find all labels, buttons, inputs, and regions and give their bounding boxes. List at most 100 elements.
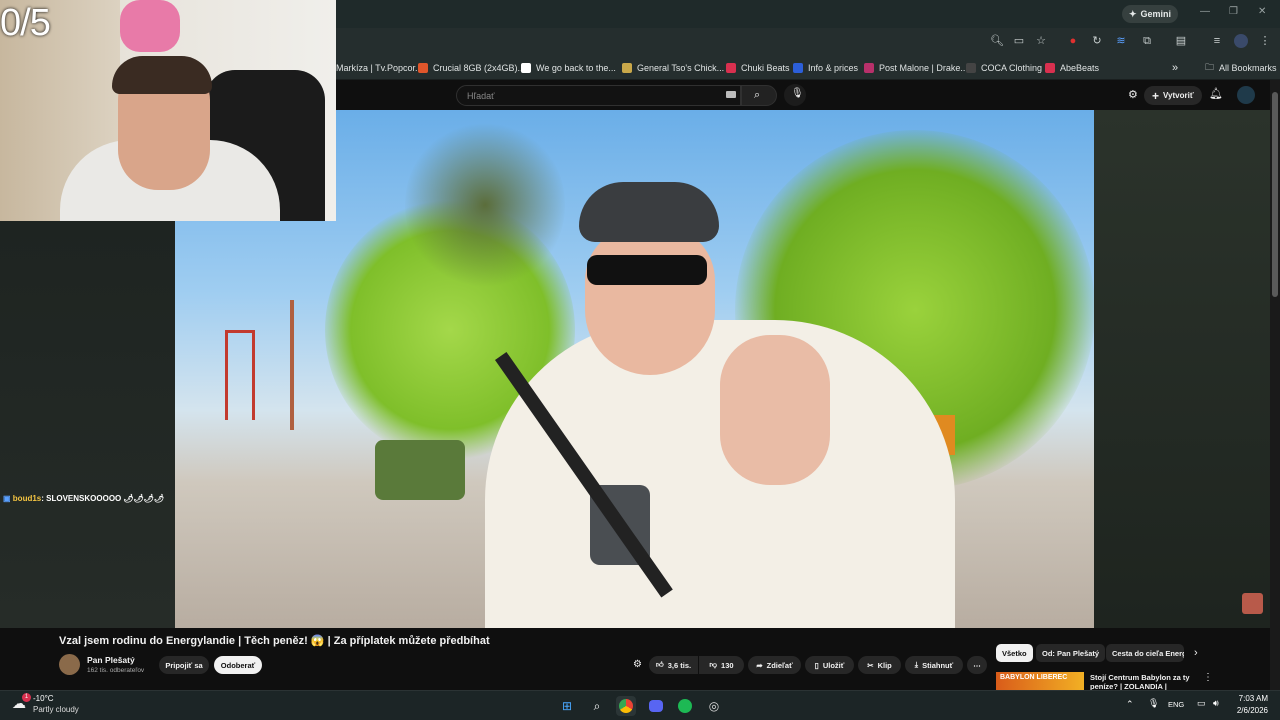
playlist-add-icon: ▯ — [814, 660, 819, 670]
search-button[interactable]: ⌕ — [741, 85, 777, 106]
more-actions-button[interactable]: ⋯ — [967, 656, 987, 674]
favicon-icon — [966, 62, 976, 73]
chevron-right-icon[interactable]: › — [1194, 647, 1198, 659]
clock-time[interactable]: 7:03 AM — [1232, 694, 1268, 703]
clip-button[interactable]: ✂ Klip — [858, 656, 901, 674]
microphone-icon: 🎙︎ — [791, 88, 804, 99]
chat-overlay — [0, 221, 175, 628]
favicon-icon — [418, 62, 428, 73]
streamer-hair — [112, 56, 212, 94]
extension-arrow-icon[interactable]: ↻ — [1090, 34, 1104, 48]
more-bookmarks-button[interactable]: » — [1172, 59, 1178, 76]
chat-username: boud1s — [12, 494, 42, 503]
video-title: Vzal jsem rodinu do Energylandie | Těch … — [59, 635, 490, 647]
gear-icon[interactable]: ⚙ — [1128, 88, 1138, 101]
weather-temperature[interactable]: -10°C — [33, 694, 54, 703]
search-input[interactable]: Hľadať — [456, 85, 741, 106]
person-cap — [579, 182, 719, 242]
weather-badge: 1 — [22, 693, 31, 702]
bookmark-item[interactable]: We go back to the... — [521, 59, 616, 76]
score-counter: 0/5 — [0, 2, 51, 44]
bookmark-item[interactable]: COCA Clothing — [966, 59, 1042, 76]
zoom-icon[interactable]: 🔍︎ — [990, 34, 1004, 48]
thumbs-down-icon: 👎︎ — [709, 660, 718, 669]
create-button[interactable]: + Vytvoriť — [1144, 86, 1202, 105]
keyboard-icon[interactable] — [726, 91, 736, 98]
weather-description[interactable]: Partly cloudy — [33, 705, 79, 714]
chrome-icon[interactable] — [616, 696, 636, 716]
channel-avatar[interactable] — [59, 654, 80, 675]
channel-avatar[interactable] — [1237, 86, 1255, 104]
share-button[interactable]: ➦ Zdieľať — [748, 656, 801, 674]
favicon-icon — [793, 62, 803, 73]
spotify-icon[interactable] — [675, 696, 695, 716]
voice-search-button[interactable]: 🎙︎ — [784, 84, 806, 106]
subscribe-button[interactable]: Odoberať — [214, 656, 262, 674]
rollercoaster-shape — [225, 330, 255, 420]
channel-name[interactable]: Pan Plešatý — [87, 655, 135, 665]
sidepanel-icon[interactable]: ▤ — [1174, 34, 1188, 48]
minimize-button[interactable]: — — [1200, 6, 1210, 17]
download-button[interactable]: ⤓ Stiahnuť — [905, 656, 963, 674]
extensions-puzzle-icon[interactable]: ⧉ — [1140, 34, 1154, 48]
bookmark-item[interactable]: Crucial 8GB (2x4GB)... — [418, 59, 525, 76]
folder-icon: 🗀 — [1205, 61, 1215, 72]
extension-wave-icon[interactable]: ≋ — [1114, 34, 1128, 48]
recommended-title[interactable]: Stojí Centrum Babylon za ty peníze? | ZO… — [1090, 673, 1190, 690]
extension-red-icon[interactable]: ● — [1066, 34, 1080, 48]
close-window-button[interactable]: ✕ — [1258, 6, 1266, 17]
bookmark-item[interactable]: AbeBeats — [1045, 59, 1099, 76]
search-icon[interactable]: ⌕ — [587, 696, 607, 716]
chevron-up-icon[interactable]: ⌃ — [1126, 699, 1134, 710]
sparkle-icon: ✦ — [1129, 8, 1137, 19]
person-sunglasses — [587, 255, 707, 285]
plus-icon: + — [1152, 88, 1160, 103]
chip-all[interactable]: Všetko — [996, 644, 1033, 662]
discord-icon[interactable] — [646, 696, 666, 716]
bell-icon[interactable]: 🔔︎ — [1209, 87, 1223, 100]
menu-kebab-icon[interactable]: ⋮ — [1258, 34, 1272, 48]
more-horizontal-icon: ⋯ — [973, 660, 981, 670]
kebab-menu-icon[interactable]: ⋮ — [1203, 672, 1213, 683]
volume-icon[interactable]: 🔊︎ — [1213, 698, 1219, 709]
dislike-button[interactable]: 👎︎ 130 — [699, 656, 744, 674]
save-button[interactable]: ▯ Uložiť — [805, 656, 854, 674]
all-bookmarks-button[interactable]: 🗀 All Bookmarks — [1205, 59, 1277, 76]
chip-from-channel[interactable]: Od: Pan Plešatý — [1036, 644, 1106, 662]
subscriber-count: 162 tis. odberateľov — [87, 667, 145, 674]
gemini-button[interactable]: ✦ Gemini — [1122, 5, 1179, 23]
cast-icon[interactable]: ▭ — [1012, 34, 1026, 48]
profile-avatar-icon[interactable] — [1234, 34, 1248, 48]
bookmark-item[interactable]: Markíza | Tv.Popcor... — [336, 59, 423, 76]
chip-topic[interactable]: Cesta do cieľa Energ — [1106, 644, 1184, 662]
favicon-icon — [1045, 62, 1055, 73]
streamer-emote-icon — [1242, 593, 1263, 614]
bookmark-item[interactable]: Info & prices — [793, 59, 858, 76]
plush-toy-shape — [120, 0, 180, 52]
chat-message: ▣ boud1s: SLOVENSKOOOOO 🌶🌶🌶🌶 — [3, 494, 164, 503]
media-control-icon[interactable]: ≡ — [1210, 34, 1224, 48]
bookmark-item[interactable]: Chuki Beats — [726, 59, 790, 76]
favicon-icon — [726, 62, 736, 73]
recommended-thumbnail[interactable]: BABYLON LIBEREC — [996, 672, 1084, 690]
bookmark-item[interactable]: General Tso's Chick... — [622, 59, 724, 76]
chat-text: : SLOVENSKOOOOO 🌶🌶🌶🌶 — [41, 494, 165, 503]
download-icon: ⤓ — [914, 660, 919, 669]
start-windows-icon[interactable]: ⊞ — [557, 696, 577, 716]
like-button[interactable]: 👍︎ 3,6 tis. — [649, 656, 698, 674]
maximize-button[interactable]: ❐ — [1229, 6, 1238, 17]
microphone-tray-icon[interactable]: 🎙︎ — [1148, 698, 1159, 709]
scrollbar-thumb[interactable] — [1272, 92, 1278, 297]
favicon-icon — [622, 62, 632, 73]
obs-icon[interactable]: ◎ — [704, 696, 724, 716]
bookmark-star-icon[interactable]: ☆ — [1034, 34, 1048, 48]
network-icon[interactable]: ▭ — [1197, 698, 1206, 709]
clock-date[interactable]: 2/6/2026 — [1232, 706, 1268, 715]
share-icon: ➦ — [756, 660, 763, 670]
chat-badge-icon: ▣ — [3, 494, 11, 503]
settings-gear-icon[interactable]: ⚙ — [633, 659, 642, 670]
person-hand — [720, 335, 830, 485]
join-button[interactable]: Pripojiť sa — [159, 656, 209, 674]
language-indicator[interactable]: ENG — [1168, 700, 1184, 709]
bookmark-item[interactable]: Post Malone | Drake... — [864, 59, 968, 76]
